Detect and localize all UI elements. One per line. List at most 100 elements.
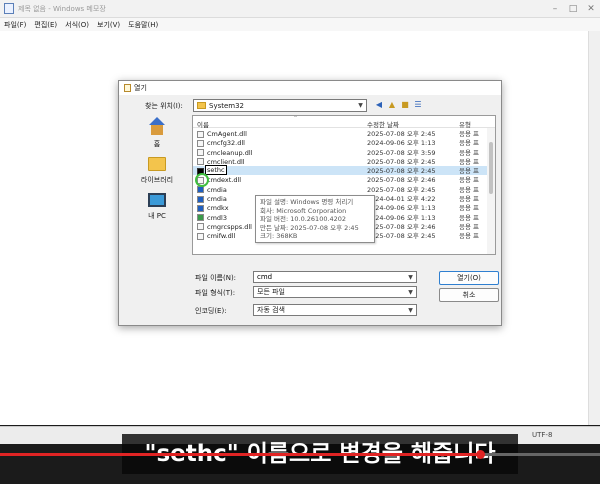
up-folder-icon[interactable]: ▲ <box>387 100 397 110</box>
window-title: 제목 없음 - Windows 메모장 <box>18 4 106 13</box>
encoding-dropdown[interactable]: 자동 검색 ▼ <box>253 304 417 316</box>
cancel-button[interactable]: 취소 <box>439 288 499 302</box>
place-home[interactable]: 홈 <box>125 117 189 149</box>
file-row[interactable]: cmdext.dll 2025-07-08 오후 2:46 응용 프 <box>193 175 495 184</box>
back-icon[interactable]: ◀ <box>374 100 384 110</box>
encoding-label: 인코딩(E): <box>195 307 227 315</box>
video-progress-knob[interactable] <box>475 450 485 459</box>
menu-file[interactable]: 파일(F) <box>4 20 26 30</box>
filetype-value: 모든 파일 <box>257 288 285 296</box>
file-list-header: 이름 ⌃ 수정한 날짜 유형 <box>193 115 495 129</box>
file-date: 2025-07-08 오후 3:59 <box>367 148 436 157</box>
file-date: 2025-07-08 오후 2:45 <box>367 157 436 166</box>
file-row[interactable]: cmcleanup.dll 2025-07-08 오후 3:59 응용 프 <box>193 148 495 157</box>
file-type: 응용 프 <box>459 139 480 148</box>
file-info-tooltip: 파일 설명: Windows 명령 처리기 회사: Microsoft Corp… <box>255 195 375 243</box>
filename-field[interactable]: ▼ <box>253 271 417 283</box>
cursor-highlight <box>195 173 209 187</box>
place-this-pc[interactable]: 내 PC <box>125 193 189 221</box>
file-name: cmdkx <box>207 204 229 213</box>
file-date: 2024-09-06 오후 1:13 <box>367 139 436 148</box>
menu-view[interactable]: 보기(V) <box>97 20 120 30</box>
column-date[interactable]: 수정한 날짜 <box>367 119 399 129</box>
exe-file-icon <box>197 214 204 222</box>
status-encoding: UTF-8 <box>532 431 553 439</box>
notepad-app-icon <box>4 3 14 14</box>
file-row[interactable]: CmAgent.dll 2025-07-08 오후 2:45 응용 프 <box>193 129 495 138</box>
tooltip-line: 회사: Microsoft Corporation <box>260 206 347 215</box>
exe-file-icon <box>197 204 204 212</box>
column-type[interactable]: 유형 <box>459 119 471 129</box>
encoding-value: 자동 검색 <box>257 306 285 314</box>
dialog-titlebar: 열기 <box>119 81 501 95</box>
file-type: 응용 프 <box>459 204 480 213</box>
file-type: 응용 프 <box>459 213 480 222</box>
minimize-icon[interactable]: – <box>546 0 564 18</box>
file-date: 2025-07-08 오후 2:45 <box>367 185 436 194</box>
video-progress-fill <box>0 453 480 456</box>
dll-file-icon <box>197 139 204 147</box>
file-name: cmifw.dll <box>207 232 236 241</box>
lookin-dropdown[interactable]: System32 ▼ <box>193 99 367 112</box>
view-menu-icon[interactable]: ☰ <box>413 100 423 110</box>
file-name: cmdia <box>207 195 227 204</box>
menu-bar: 파일(F) 편집(E) 서식(O) 보기(V) 도움말(H) <box>0 18 600 31</box>
file-type: 응용 프 <box>459 148 480 157</box>
file-date: 2025-07-08 오후 2:46 <box>367 222 436 231</box>
new-folder-icon[interactable]: ■ <box>400 100 410 110</box>
tooltip-line: 파일 설명: Windows 명령 처리기 <box>260 198 354 206</box>
dll-file-icon <box>197 223 204 231</box>
menu-format[interactable]: 서식(O) <box>65 20 89 30</box>
filename-input[interactable] <box>254 272 405 282</box>
open-button[interactable]: 열기(O) <box>439 271 499 285</box>
file-date: 2024-09-06 오후 1:13 <box>367 213 436 222</box>
chevron-down-icon: ▼ <box>408 288 413 296</box>
column-name[interactable]: 이름 <box>197 119 209 129</box>
dialog-title: 열기 <box>134 84 147 92</box>
dll-file-icon <box>197 232 204 240</box>
file-type: 응용 프 <box>459 176 480 185</box>
menu-edit[interactable]: 편집(E) <box>34 20 57 30</box>
scrollbar-thumb[interactable] <box>489 142 493 194</box>
file-name: cmdl3 <box>207 213 227 222</box>
file-type: 응용 프 <box>459 232 480 241</box>
file-name: CmAgent.dll <box>207 130 247 138</box>
file-type: 응용 프 <box>459 167 480 176</box>
nav-toolbar: ◀ ▲ ■ ☰ <box>374 100 423 110</box>
menu-help[interactable]: 도움말(H) <box>128 20 158 30</box>
lookin-label: 찾는 위치(I): <box>145 102 183 110</box>
file-type: 응용 프 <box>459 130 480 138</box>
tooltip-line: 파일 버전: 10.0.26100.4202 <box>260 215 347 223</box>
close-icon[interactable]: ✕ <box>582 0 600 18</box>
file-row[interactable]: cmcfg32.dll 2024-09-06 오후 1:13 응용 프 <box>193 138 495 147</box>
editor-scrollbar[interactable] <box>588 31 600 425</box>
dialog-title-icon <box>124 84 131 92</box>
filename-label: 파일 이름(N): <box>195 274 237 282</box>
exe-file-icon <box>197 195 204 203</box>
sort-arrow-icon: ⌃ <box>293 115 299 122</box>
library-icon <box>148 157 166 171</box>
notepad-titlebar: 제목 없음 - Windows 메모장 – □ ✕ <box>0 0 600 18</box>
filetype-dropdown[interactable]: 모든 파일 ▼ <box>253 286 417 298</box>
places-bar: 홈 라이브러리 내 PC <box>125 117 189 303</box>
place-library[interactable]: 라이브러리 <box>125 157 189 185</box>
file-list-scrollbar[interactable] <box>487 128 495 254</box>
place-label: 내 PC <box>148 212 166 220</box>
file-row[interactable]: cmdia 2025-07-08 오후 2:45 응용 프 <box>193 185 495 194</box>
file-type: 응용 프 <box>459 195 480 204</box>
exe-file-icon <box>197 186 204 194</box>
file-row-renaming[interactable]: sethc 2025-07-08 오후 2:45 응용 프 <box>193 165 495 176</box>
file-date: 2025-07-08 오후 2:45 <box>367 232 436 241</box>
rename-input[interactable]: sethc <box>205 165 227 176</box>
file-name: cmdia <box>207 185 227 194</box>
dll-file-icon <box>197 149 204 157</box>
tooltip-line: 크기: 368KB <box>260 232 298 240</box>
chevron-down-icon[interactable]: ▼ <box>405 274 416 281</box>
dll-file-icon <box>197 158 204 166</box>
file-row[interactable]: cmclient.dll 2025-07-08 오후 2:45 응용 프 <box>193 157 495 166</box>
maximize-icon[interactable]: □ <box>564 0 582 18</box>
file-type: 응용 프 <box>459 222 480 231</box>
filetype-label: 파일 형식(T): <box>195 289 236 297</box>
file-type: 응용 프 <box>459 185 480 194</box>
folder-icon <box>197 102 206 109</box>
